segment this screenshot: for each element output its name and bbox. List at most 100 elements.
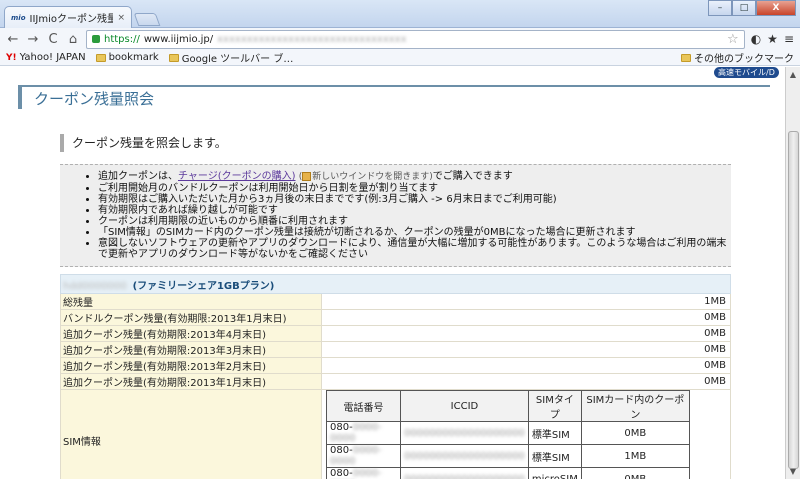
sim-coupon: 1MB bbox=[580, 444, 690, 468]
new-tab-button[interactable] bbox=[133, 13, 161, 26]
browser-tab[interactable]: mio IIJmioクーポン残量照会 × bbox=[4, 6, 132, 28]
reload-icon[interactable]: C bbox=[46, 32, 60, 47]
notice-item: 意図しないソフトウェアの更新やアプリのダウンロードにより、通信量が大幅に増加する… bbox=[98, 238, 731, 260]
sim-iccid: 0000000000000000000 bbox=[400, 421, 529, 445]
row-value: 0MB bbox=[321, 341, 731, 358]
sim-coupon: 0MB bbox=[580, 467, 690, 479]
extension-icon[interactable]: ◐ bbox=[751, 32, 761, 46]
sim-info-label: SIM情報 bbox=[60, 389, 322, 479]
sim-header-iccid: ICCID bbox=[400, 390, 529, 422]
row-label: 追加クーポン残量(有効期限:2013年2月末日) bbox=[60, 357, 322, 374]
bookmark-folder-google[interactable]: Google ツールバー ブ… bbox=[168, 50, 294, 65]
coupon-table: hdd0000000 (ファミリーシェア1GBプラン) 総残量 1MB バンドルク… bbox=[60, 274, 731, 479]
bookmark-yahoo[interactable]: Y! Yahoo! JAPAN bbox=[6, 52, 86, 63]
new-window-icon bbox=[302, 172, 312, 181]
bookmark-label: Google ツールバー ブ… bbox=[181, 54, 294, 65]
sim-table: 電話番号 ICCID SIMタイプ SIMカード内のクーポン 080-0000-… bbox=[326, 390, 690, 479]
vertical-scrollbar[interactable]: ▲ ▼ bbox=[785, 67, 800, 479]
bookmark-star-icon[interactable]: ☆ bbox=[727, 32, 739, 47]
scroll-up-icon[interactable]: ▲ bbox=[786, 67, 800, 82]
tab-close-icon[interactable]: × bbox=[117, 13, 125, 23]
sim-info-cell: 電話番号 ICCID SIMタイプ SIMカード内のクーポン 080-0000-… bbox=[321, 389, 731, 479]
mio-favicon-icon: mio bbox=[11, 13, 26, 22]
row-label: 追加クーポン残量(有効期限:2013年1月末日) bbox=[60, 373, 322, 390]
sim-type: 標準SIM bbox=[527, 444, 582, 468]
page-title: クーポン残量照会 bbox=[34, 89, 155, 108]
sim-header-coupon: SIMカード内のクーポン bbox=[580, 390, 690, 422]
iccid-masked: 0000000000000000000 bbox=[404, 427, 525, 439]
notice-item: ご利用開始月のバンドルクーポンは利用開始日から日割を量が割り当てます bbox=[98, 183, 731, 194]
row-value: 1MB bbox=[321, 293, 731, 310]
sim-iccid: 0000000000000000000 bbox=[400, 467, 529, 479]
home-icon[interactable]: ⌂ bbox=[66, 32, 80, 47]
scroll-down-icon[interactable]: ▼ bbox=[786, 464, 800, 479]
url-host: www.iijmio.jp/ bbox=[143, 33, 214, 45]
maximize-button[interactable]: □ bbox=[732, 0, 756, 16]
notice-item: 有効期限はご購入いただいた月から3ヵ月後の末日までです(例:3月ご購入 -> 6… bbox=[98, 194, 731, 205]
folder-icon bbox=[95, 53, 106, 62]
sim-info-row: SIM情報 電話番号 ICCID SIMタイプ SIMカード内のクーポン 080… bbox=[60, 389, 731, 479]
charge-link[interactable]: チャージ(クーポンの購入) bbox=[178, 171, 296, 182]
table-row: 追加クーポン残量(有効期限:2013年1月末日) 0MB bbox=[60, 373, 731, 390]
url-path-masked: xxxxxxxxxxxxxxxxxxxxxxxxxxxxxxxx bbox=[217, 33, 407, 45]
window-controls: – □ X bbox=[708, 0, 796, 16]
iccid-masked: 0000000000000000000 bbox=[404, 473, 525, 479]
sim-type: 標準SIM bbox=[527, 421, 582, 445]
sim-row: 080-0000-0000 0000000000000000000 microS… bbox=[326, 467, 690, 479]
sim-phone: 080-0000-0000 bbox=[326, 444, 401, 468]
notice-box: 追加クーポンは、チャージ(クーポンの購入) (新しいウインドウを開きます)でご購… bbox=[60, 164, 731, 267]
row-value: 0MB bbox=[321, 309, 731, 326]
lock-icon bbox=[92, 35, 100, 43]
row-label: バンドルクーポン残量(有効期限:2013年1月末日) bbox=[60, 309, 322, 326]
other-bookmarks[interactable]: その他のブックマーク bbox=[681, 50, 794, 65]
yahoo-logo-icon: Y! bbox=[6, 52, 17, 63]
bookmarks-bar: Y! Yahoo! JAPAN bookmark Google ツールバー ブ…… bbox=[0, 50, 800, 66]
plan-name: (ファミリーシェア1GBプラン) bbox=[132, 280, 275, 292]
bookmark-label: その他のブックマーク bbox=[694, 54, 794, 65]
notice-item: クーポンは利用期限の近いものから順番に利用されます bbox=[98, 216, 731, 227]
notice-item: 有効期限内であれば繰り越しが可能です bbox=[98, 205, 731, 216]
sim-type: microSIM bbox=[527, 467, 582, 479]
tab-title: IIJmioクーポン残量照会 bbox=[29, 14, 114, 25]
new-window-label: 新しいウインドウを開きます bbox=[312, 172, 430, 182]
plan-row: hdd0000000 (ファミリーシェア1GBプラン) bbox=[60, 274, 731, 294]
phone-prefix: 080- bbox=[330, 445, 353, 456]
table-row: 追加クーポン残量(有効期限:2013年4月末日) 0MB bbox=[60, 325, 731, 342]
notice-item: 「SIM情報」のSIMカード内のクーポン残量は接続が切断されるか、クーポンの残量… bbox=[98, 227, 731, 238]
row-value: 0MB bbox=[321, 357, 731, 374]
bookmark-folder-bookmark[interactable]: bookmark bbox=[95, 52, 159, 63]
table-row: 総残量 1MB bbox=[60, 293, 731, 310]
table-row: 追加クーポン残量(有効期限:2013年3月末日) 0MB bbox=[60, 341, 731, 358]
sim-iccid: 0000000000000000000 bbox=[400, 444, 529, 468]
notice-text: 追加クーポンは、 bbox=[98, 171, 178, 182]
forward-icon[interactable]: → bbox=[26, 32, 40, 47]
row-label: 追加クーポン残量(有効期限:2013年4月末日) bbox=[60, 325, 322, 342]
minimize-button[interactable]: – bbox=[708, 0, 732, 16]
title-bar: mio IIJmioクーポン残量照会 × – □ X bbox=[0, 0, 800, 28]
page-viewport: 高速モバイル/D クーポン残量照会 クーポン残量を照会します。 追加クーポンは、… bbox=[0, 67, 785, 479]
bookmark-label: Yahoo! JAPAN bbox=[19, 52, 86, 63]
table-row: バンドルクーポン残量(有効期限:2013年1月末日) 0MB bbox=[60, 309, 731, 326]
back-icon[interactable]: ← bbox=[6, 32, 20, 47]
menu-icon[interactable]: ≡ bbox=[784, 32, 794, 46]
row-label: 総残量 bbox=[60, 293, 322, 310]
close-window-button[interactable]: X bbox=[756, 0, 796, 16]
bookmark-label: bookmark bbox=[108, 52, 159, 63]
phone-prefix: 080- bbox=[330, 422, 353, 433]
navigation-toolbar: ← → C ⌂ https://www.iijmio.jp/ xxxxxxxxx… bbox=[0, 28, 800, 50]
folder-icon bbox=[681, 53, 691, 62]
sim-row: 080-0000-0000 0000000000000000000 標準SIM … bbox=[326, 421, 690, 445]
table-row: 追加クーポン残量(有効期限:2013年2月末日) 0MB bbox=[60, 357, 731, 374]
address-bar[interactable]: https://www.iijmio.jp/ xxxxxxxxxxxxxxxxx… bbox=[86, 29, 745, 49]
mobile-service-link[interactable]: 高速モバイル/D bbox=[714, 67, 779, 78]
phone-prefix: 080- bbox=[330, 468, 353, 479]
sim-phone: 080-0000-0000 bbox=[326, 421, 401, 445]
sim-header-row: 電話番号 ICCID SIMタイプ SIMカード内のクーポン bbox=[326, 390, 690, 422]
scroll-thumb[interactable] bbox=[788, 131, 799, 469]
sim-row: 080-0000-0000 0000000000000000000 標準SIM … bbox=[326, 444, 690, 468]
notice-text: でご購入できます bbox=[432, 171, 513, 182]
extension-star-icon[interactable]: ★ bbox=[767, 32, 778, 46]
plan-id-masked: hdd0000000 bbox=[63, 280, 127, 292]
row-label: 追加クーポン残量(有効期限:2013年3月末日) bbox=[60, 341, 322, 358]
sim-coupon: 0MB bbox=[580, 421, 690, 445]
